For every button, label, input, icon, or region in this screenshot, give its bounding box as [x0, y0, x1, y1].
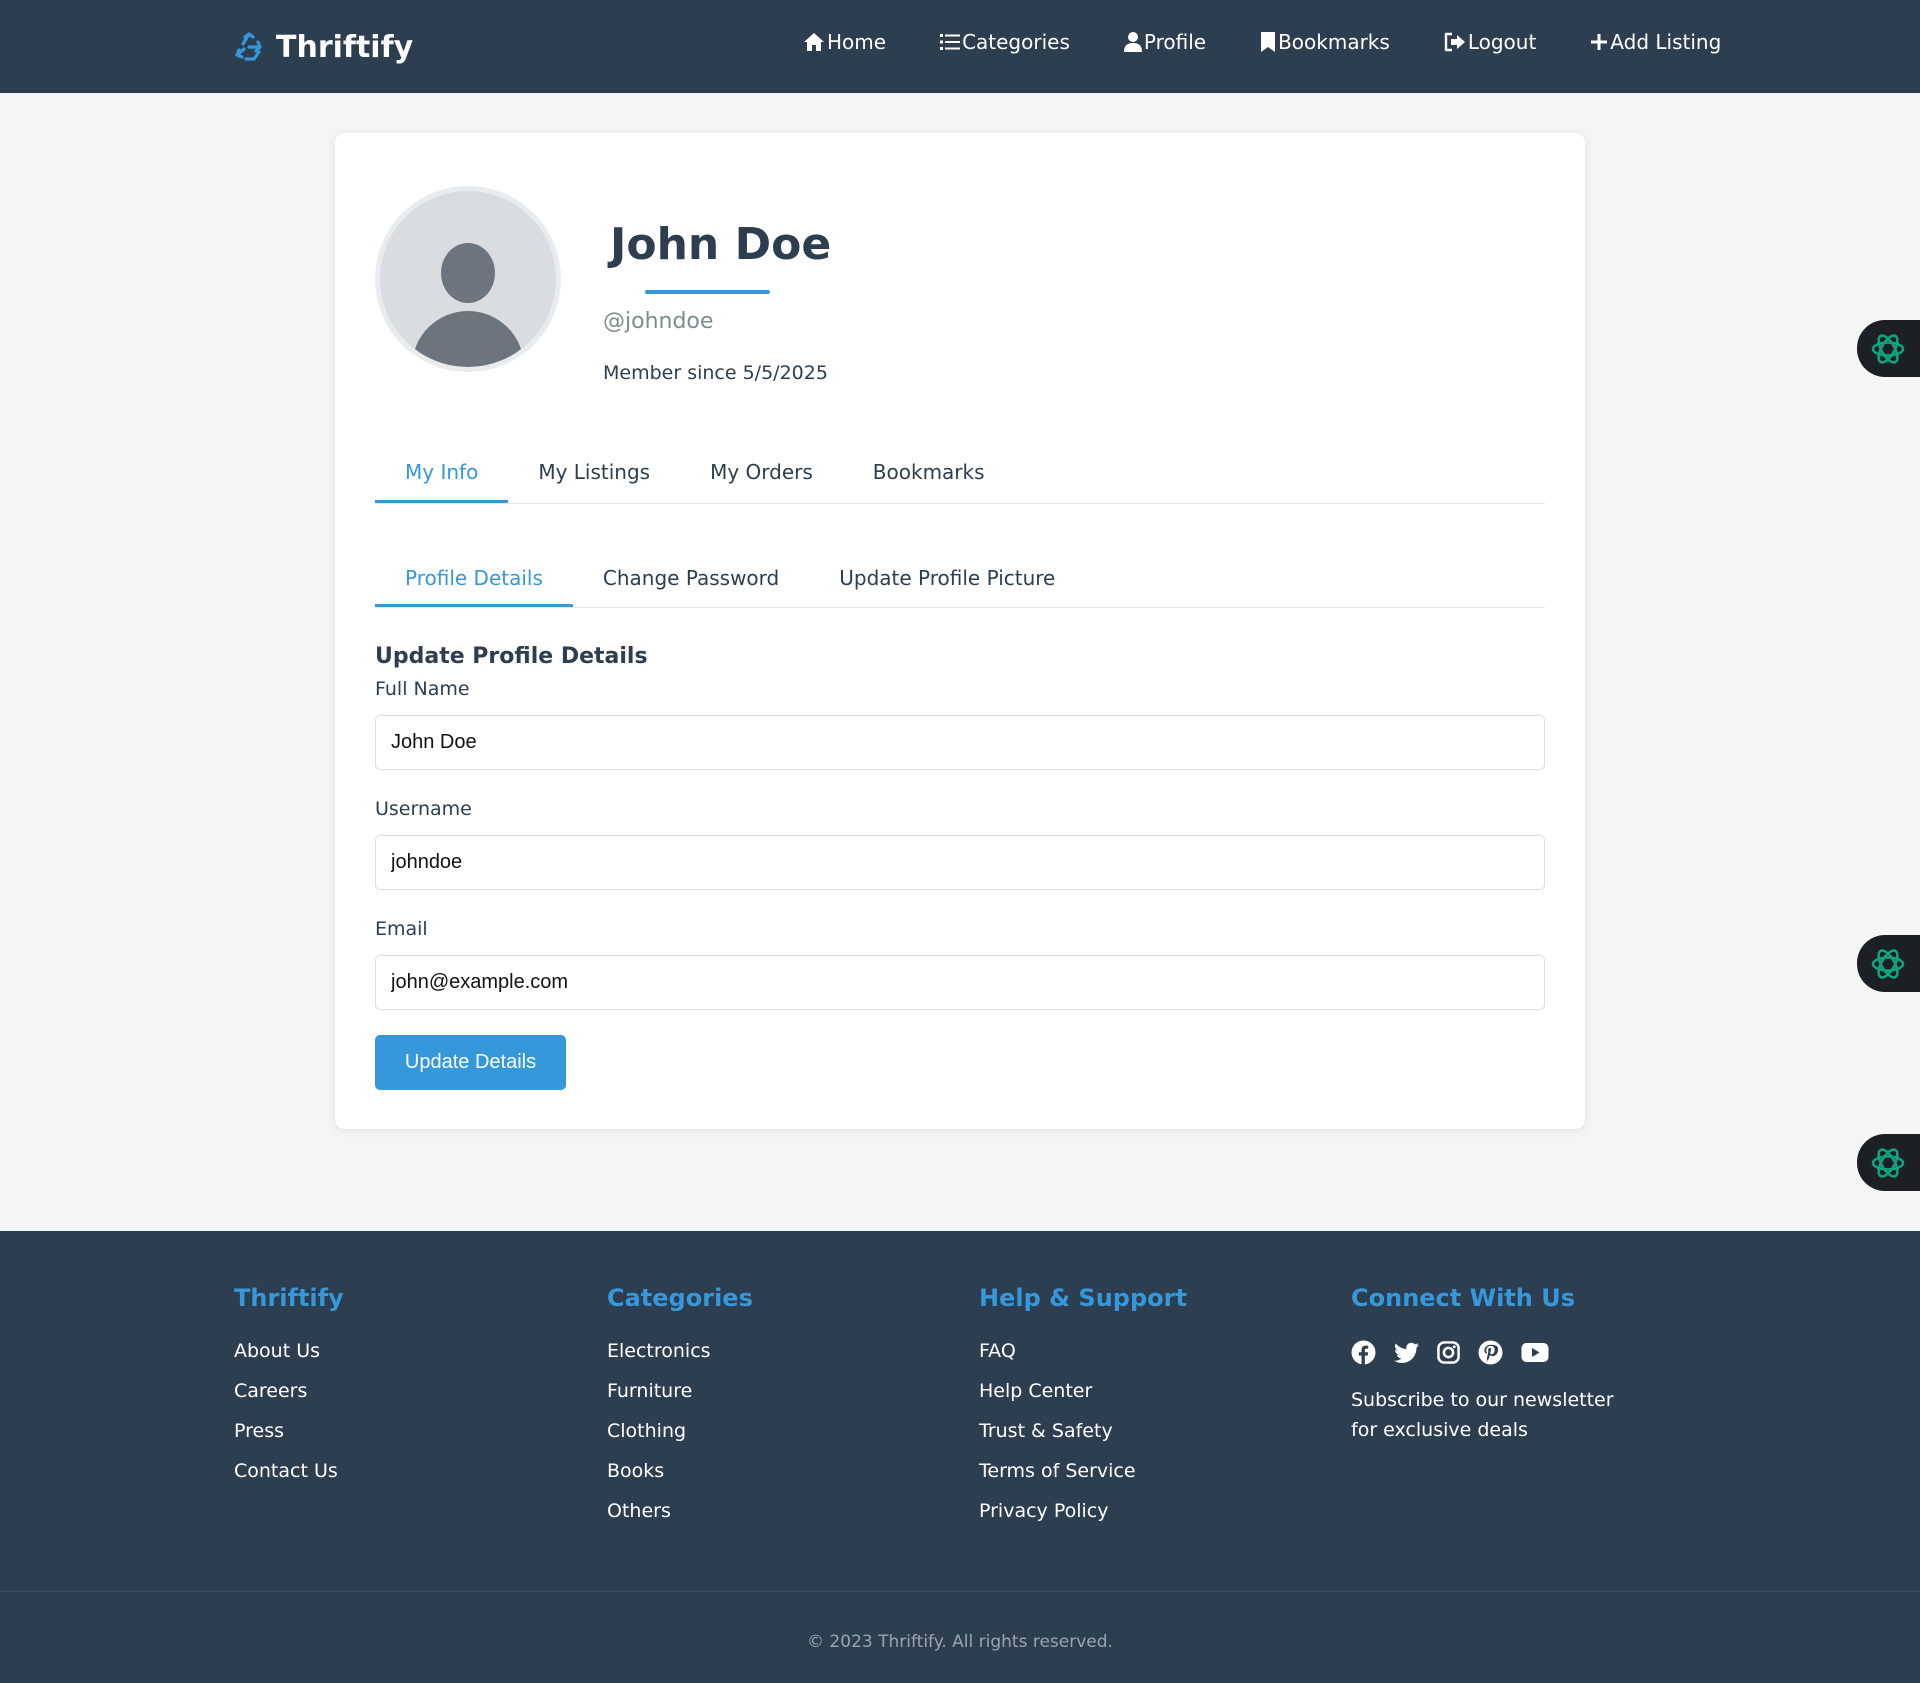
profile-handle: @johndoe: [603, 309, 714, 334]
footer: Thriftify About Us Careers Press Contact…: [0, 1231, 1920, 1683]
nav-categories[interactable]: Categories: [940, 30, 1070, 54]
email-input[interactable]: [375, 955, 1545, 1010]
social-links: [1351, 1340, 1641, 1365]
home-icon: [804, 33, 824, 51]
footer-divider: [0, 1591, 1920, 1592]
top-navbar: Thriftify Home Categories Profile Bookma…: [0, 0, 1920, 93]
footer-link-electronics[interactable]: Electronics: [607, 1340, 753, 1362]
openai-icon: [1871, 333, 1905, 364]
tab-profile-details[interactable]: Profile Details: [375, 551, 573, 607]
footer-col-about: Thriftify About Us Careers Press Contact…: [234, 1284, 344, 1500]
nav-home[interactable]: Home: [803, 30, 886, 54]
bookmark-icon: [1261, 32, 1276, 52]
update-details-button[interactable]: Update Details: [375, 1035, 566, 1090]
user-icon: [1123, 32, 1142, 52]
footer-col-title: Connect With Us: [1351, 1284, 1575, 1312]
footer-link-careers[interactable]: Careers: [234, 1380, 344, 1402]
openai-icon: [1871, 1147, 1905, 1178]
main-nav: Home Categories Profile Bookmarks Logout…: [803, 30, 1721, 54]
pinterest-icon[interactable]: [1478, 1340, 1503, 1365]
profile-name: John Doe: [610, 219, 832, 270]
nav-add-listing[interactable]: Add Listing: [1590, 30, 1721, 54]
footer-link-privacy[interactable]: Privacy Policy: [979, 1500, 1187, 1522]
tab-bookmarks[interactable]: Bookmarks: [843, 443, 1015, 503]
tab-update-profile-picture[interactable]: Update Profile Picture: [809, 551, 1085, 607]
name-underline: [645, 290, 770, 294]
footer-link-others[interactable]: Others: [607, 1500, 753, 1522]
footer-col-title: Help & Support: [979, 1284, 1187, 1312]
copyright: © 2023 Thriftify. All rights reserved.: [807, 1632, 1113, 1652]
nav-logout-label: Logout: [1467, 30, 1537, 54]
profile-card: John Doe @johndoe Member since 5/5/2025 …: [335, 133, 1585, 1129]
footer-link-contact-us[interactable]: Contact Us: [234, 1460, 344, 1482]
footer-link-about-us[interactable]: About Us: [234, 1340, 344, 1362]
default-avatar-icon: [412, 243, 524, 367]
facebook-icon[interactable]: [1351, 1340, 1376, 1365]
full-name-input[interactable]: [375, 715, 1545, 770]
footer-col-title: Categories: [607, 1284, 753, 1312]
brand-logo[interactable]: Thriftify: [234, 26, 413, 68]
footer-link-faq[interactable]: FAQ: [979, 1340, 1187, 1362]
form-title: Update Profile Details: [375, 644, 648, 669]
logout-icon: [1444, 32, 1465, 52]
tab-change-password[interactable]: Change Password: [573, 551, 809, 607]
footer-link-terms[interactable]: Terms of Service: [979, 1460, 1187, 1482]
footer-col-title: Thriftify: [234, 1284, 344, 1312]
twitter-icon[interactable]: [1394, 1342, 1419, 1364]
footer-col-connect: Connect With Us Subscribe to our newslet…: [1351, 1284, 1641, 1445]
username-input[interactable]: [375, 835, 1545, 890]
nav-add-listing-label: Add Listing: [1610, 30, 1722, 54]
tab-my-orders[interactable]: My Orders: [680, 443, 843, 503]
username-label: Username: [375, 798, 472, 820]
footer-col-help: Help & Support FAQ Help Center Trust & S…: [979, 1284, 1187, 1540]
footer-link-clothing[interactable]: Clothing: [607, 1420, 753, 1442]
nav-profile-label: Profile: [1143, 30, 1207, 54]
footer-link-press[interactable]: Press: [234, 1420, 344, 1442]
ai-assistant-button-3[interactable]: [1857, 1134, 1920, 1191]
footer-link-trust-safety[interactable]: Trust & Safety: [979, 1420, 1187, 1442]
info-subtabs: Profile Details Change Password Update P…: [375, 551, 1545, 608]
recycle-icon: [234, 32, 264, 62]
nav-bookmarks-label: Bookmarks: [1278, 30, 1390, 54]
newsletter-text: Subscribe to our newsletter for exclusiv…: [1351, 1389, 1614, 1441]
youtube-icon[interactable]: [1521, 1342, 1549, 1363]
list-icon: [940, 34, 961, 50]
instagram-icon[interactable]: [1437, 1341, 1460, 1364]
brand-name: Thriftify: [276, 29, 414, 65]
nav-logout[interactable]: Logout: [1444, 30, 1536, 54]
plus-icon: [1591, 34, 1608, 50]
tab-my-info[interactable]: My Info: [375, 443, 509, 503]
footer-link-furniture[interactable]: Furniture: [607, 1380, 753, 1402]
email-label: Email: [375, 918, 428, 940]
profile-tabs: My Info My Listings My Orders Bookmarks: [375, 443, 1545, 504]
nav-home-label: Home: [827, 30, 887, 54]
ai-assistant-button-2[interactable]: [1857, 935, 1920, 992]
nav-categories-label: Categories: [962, 30, 1070, 54]
nav-bookmarks[interactable]: Bookmarks: [1260, 30, 1390, 54]
member-since: Member since 5/5/2025: [603, 362, 828, 384]
footer-col-categories: Categories Electronics Furniture Clothin…: [607, 1284, 753, 1540]
openai-icon: [1871, 948, 1905, 979]
full-name-label: Full Name: [375, 678, 470, 700]
ai-assistant-button[interactable]: [1857, 320, 1920, 377]
tab-my-listings[interactable]: My Listings: [508, 443, 680, 503]
avatar: [375, 186, 561, 372]
footer-link-help-center[interactable]: Help Center: [979, 1380, 1187, 1402]
nav-profile[interactable]: Profile: [1123, 30, 1207, 54]
footer-link-books[interactable]: Books: [607, 1460, 753, 1482]
